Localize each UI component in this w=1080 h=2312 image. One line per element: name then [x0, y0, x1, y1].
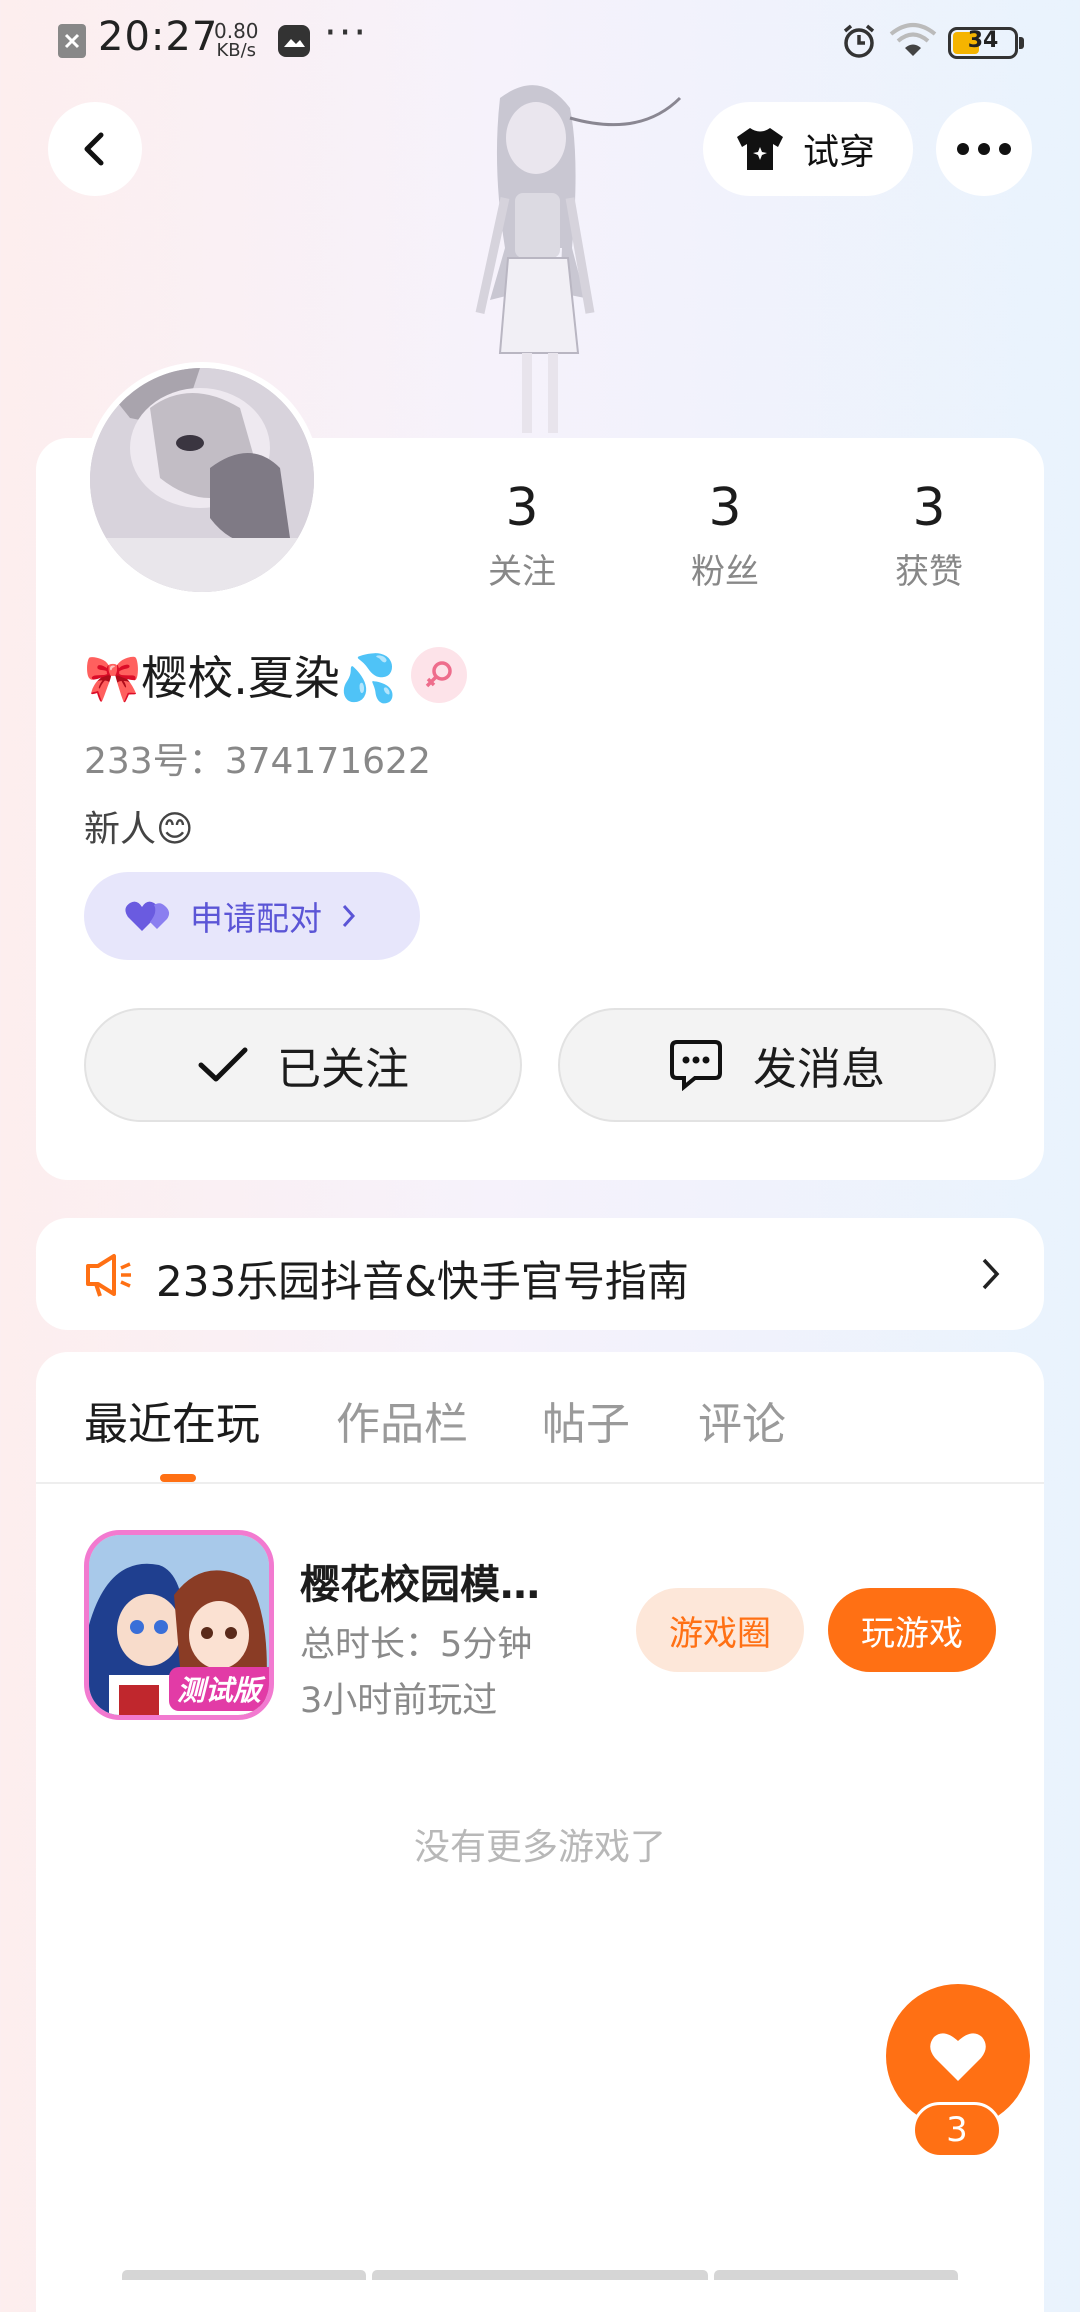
chevron-right-icon	[342, 904, 356, 928]
stat-value: 3	[708, 478, 742, 538]
gallery-app-icon	[278, 25, 310, 57]
send-message-label: 发消息	[753, 1044, 885, 1095]
bottom-scroll-hint	[714, 2270, 958, 2280]
tab-divider	[36, 1482, 1044, 1484]
chevron-right-icon	[982, 1258, 1000, 1290]
stat-likes[interactable]: 3 获赞	[849, 478, 1009, 598]
speed-unit: KB/s	[216, 40, 257, 61]
content-card: 最近在玩 作品栏 帖子 评论 测试版 樱花校园模… 总时长：5分钟 3小时前玩过	[36, 1352, 1044, 2312]
announcement-card[interactable]: 233乐园抖音&快手官号指南	[36, 1218, 1044, 1330]
game-test-badge: 测试版	[168, 1667, 269, 1711]
game-icon[interactable]: 测试版	[84, 1530, 274, 1720]
announcement-text: 233乐园抖音&快手官号指南	[156, 1257, 689, 1306]
game-duration: 总时长：5分钟	[300, 1625, 533, 1665]
avatar[interactable]	[84, 362, 320, 598]
try-on-label: 试穿	[803, 132, 876, 173]
no-more-games-text: 没有更多游戏了	[413, 1827, 666, 1868]
followed-label: 已关注	[277, 1044, 409, 1095]
stat-label: 获赞	[895, 552, 963, 592]
stat-value: 3	[912, 478, 946, 538]
status-time: 20:27	[98, 14, 219, 60]
megaphone-icon	[86, 1254, 131, 1297]
speed-value: 0.80	[214, 19, 259, 43]
wifi-icon	[888, 22, 938, 64]
status-bar: 20:27 0.80 KB/s ··· 34	[0, 0, 1080, 84]
more-dots-icon	[957, 143, 1011, 155]
game-list-item[interactable]: 测试版 樱花校园模… 总时长：5分钟 3小时前玩过 游戏圈 玩游戏	[36, 1502, 1044, 1721]
bottom-scroll-hint	[122, 2270, 366, 2280]
play-game-button[interactable]: 玩游戏	[828, 1588, 996, 1672]
followed-button[interactable]: 已关注	[84, 1008, 522, 1122]
tab-works[interactable]: 作品栏	[336, 1388, 468, 1452]
user-bio: 新人😊	[84, 809, 194, 850]
stat-value: 3	[505, 478, 539, 538]
stat-following[interactable]: 3 关注	[442, 478, 602, 598]
send-message-button[interactable]: 发消息	[558, 1008, 996, 1122]
double-heart-icon	[125, 901, 170, 931]
more-button[interactable]	[936, 102, 1032, 196]
notification-x-icon	[58, 24, 86, 58]
profile-name: 🎀樱校.夏染💦	[84, 651, 398, 705]
user-id: 233号：374171622	[84, 741, 431, 782]
tab-comments[interactable]: 评论	[698, 1388, 786, 1452]
match-request-button[interactable]: 申请配对	[84, 872, 420, 960]
game-title: 樱花校园模…	[300, 1562, 540, 1608]
bottom-scroll-hint	[372, 2270, 708, 2280]
battery-level: 34	[967, 28, 999, 53]
like-count-badge: 3	[912, 2102, 1002, 2158]
battery-icon: 34	[948, 27, 1018, 59]
match-request-label: 申请配对	[190, 899, 322, 938]
stat-label: 粉丝	[691, 552, 759, 592]
checkmark-icon	[198, 1047, 248, 1082]
back-button[interactable]	[48, 102, 142, 196]
heart-icon	[930, 2033, 986, 2081]
game-last-played: 3小时前玩过	[300, 1681, 498, 1721]
try-on-button[interactable]: 试穿	[703, 102, 913, 196]
alarm-icon	[840, 22, 878, 64]
game-circle-button[interactable]: 游戏圈	[636, 1588, 804, 1672]
avatar-3d-figure[interactable]	[380, 78, 700, 438]
status-more-icon: ···	[324, 10, 369, 56]
shirt-icon	[737, 128, 783, 170]
network-speed: 0.80 KB/s	[214, 19, 259, 61]
chat-bubble-icon	[670, 1040, 722, 1091]
stat-fans[interactable]: 3 粉丝	[645, 478, 805, 598]
chevron-left-icon	[84, 132, 104, 166]
active-tab-indicator	[160, 1474, 196, 1482]
battery-tip	[1019, 37, 1024, 49]
stat-label: 关注	[488, 552, 556, 592]
like-count: 3	[946, 2110, 968, 2150]
tab-posts[interactable]: 帖子	[542, 1388, 630, 1452]
tab-recent-play[interactable]: 最近在玩	[84, 1388, 260, 1452]
female-gender-icon	[411, 647, 468, 703]
profile-name-row: 🎀樱校.夏染💦	[84, 642, 468, 708]
